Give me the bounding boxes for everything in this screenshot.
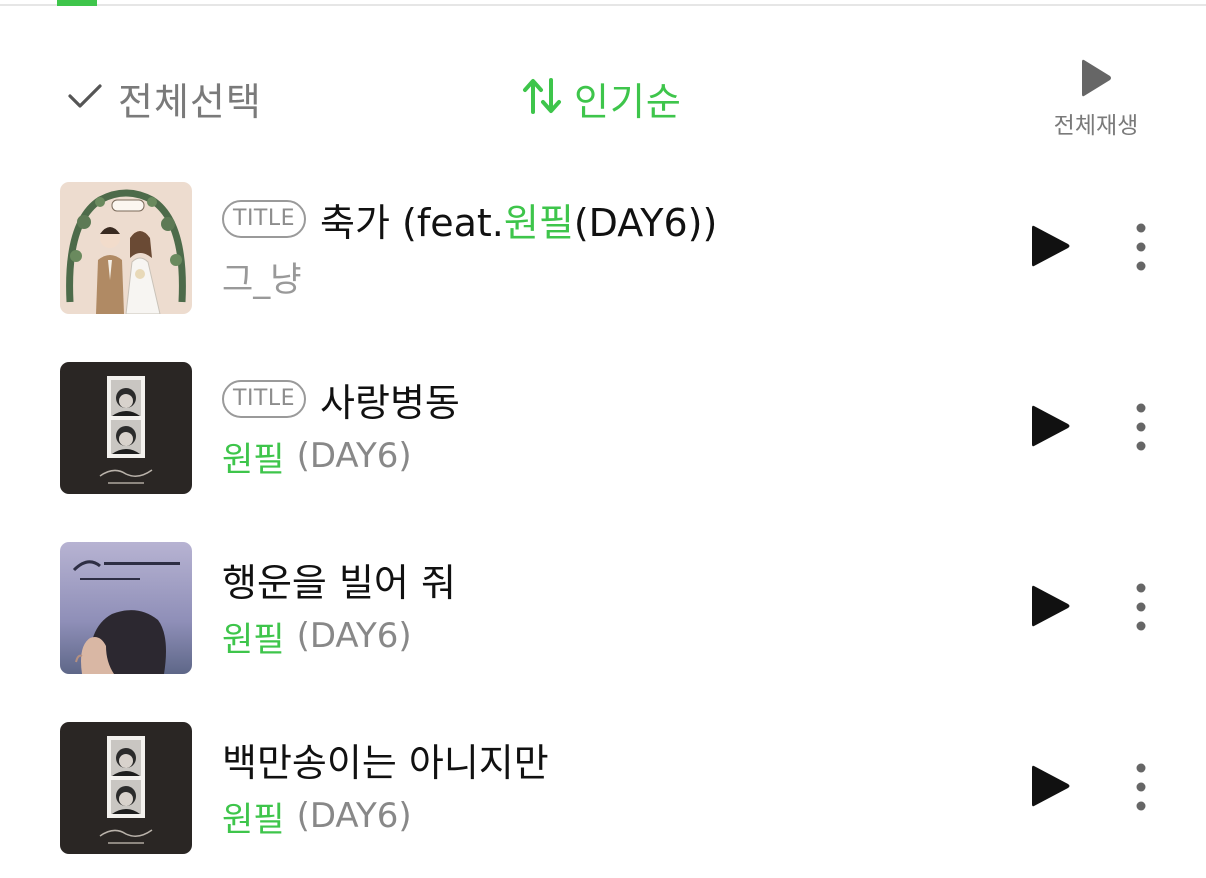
song-title: 행운을 빌어 줘 [222, 560, 456, 605]
select-all-label: 전체선택 [118, 79, 262, 124]
play-icon [1044, 56, 1148, 100]
more-vertical-icon [1136, 763, 1146, 811]
song-title-line: 행운을 빌어 줘 [222, 554, 456, 605]
album-cover-photo-strip [60, 362, 192, 494]
artist-name[interactable]: 원필 [222, 792, 285, 841]
title-badge: TITLE [222, 200, 307, 238]
album-cover-photo-strip [60, 722, 192, 854]
song-play-button[interactable] [1026, 760, 1074, 812]
artist-line: 그_냥 [222, 254, 302, 300]
song-more-button[interactable] [1126, 758, 1156, 816]
play-icon [1032, 765, 1070, 807]
more-vertical-icon [1136, 223, 1146, 271]
play-all-label: 전체재생 [1053, 113, 1139, 139]
song-title-line: TITLE 축가 (feat.원필(DAY6)) [222, 192, 717, 247]
song-list-screen: 전체선택 인기순 전체재생 TITLE 축가 (feat.원필(DAY6)) 그… [0, 0, 1206, 878]
song-row[interactable]: 행운을 빌어 줘 원필 (DAY6) [0, 540, 1206, 676]
song-title-line: TITLE 사랑병동 [222, 374, 460, 425]
sort-order-button[interactable]: 인기순 [520, 70, 682, 126]
song-row[interactable]: 백만송이는 아니지만 원필 (DAY6) [0, 720, 1206, 856]
song-more-button[interactable] [1126, 218, 1156, 276]
play-icon [1032, 405, 1070, 447]
artist-name[interactable]: 원필 [222, 432, 285, 481]
artist-group: (DAY6) [296, 436, 412, 476]
song-title: 사랑병동 [320, 380, 460, 425]
artist-line: 원필 (DAY6) [222, 792, 412, 841]
select-all-button[interactable]: 전체선택 [66, 70, 262, 126]
sort-order-label: 인기순 [574, 79, 682, 124]
album-cover-wedding [60, 182, 192, 314]
song-row[interactable]: TITLE 사랑병동 원필 (DAY6) [0, 360, 1206, 496]
song-row[interactable]: TITLE 축가 (feat.원필(DAY6)) 그_냥 [0, 180, 1206, 316]
more-vertical-icon [1136, 403, 1146, 451]
song-play-button[interactable] [1026, 220, 1074, 272]
artist-group: (DAY6) [296, 796, 412, 836]
tab-track [0, 4, 1206, 6]
artist-name[interactable]: 원필 [222, 612, 285, 661]
song-title-text: 축가 (feat. [320, 200, 504, 245]
song-title: 축가 (feat.원필(DAY6)) [320, 192, 717, 247]
song-more-button[interactable] [1126, 398, 1156, 456]
song-title-line: 백만송이는 아니지만 [222, 734, 549, 785]
play-icon [1032, 585, 1070, 627]
song-title-suffix: (DAY6)) [573, 200, 718, 245]
song-title-highlight: 원필 [503, 200, 574, 245]
active-tab-indicator [57, 0, 97, 6]
checkmark-icon [66, 77, 104, 119]
play-icon [1032, 225, 1070, 267]
title-badge: TITLE [222, 380, 307, 418]
artist-line: 원필 (DAY6) [222, 612, 412, 661]
artist-name: 그_냥 [222, 259, 302, 300]
play-all-button[interactable]: 전체재생 [1044, 56, 1148, 146]
song-play-button[interactable] [1026, 580, 1074, 632]
song-more-button[interactable] [1126, 578, 1156, 636]
song-play-button[interactable] [1026, 400, 1074, 452]
sort-arrows-icon [520, 74, 564, 122]
song-title: 백만송이는 아니지만 [222, 740, 549, 785]
more-vertical-icon [1136, 583, 1146, 631]
album-cover-filmography [60, 542, 192, 674]
artist-line: 원필 (DAY6) [222, 432, 412, 481]
artist-group: (DAY6) [296, 616, 412, 656]
